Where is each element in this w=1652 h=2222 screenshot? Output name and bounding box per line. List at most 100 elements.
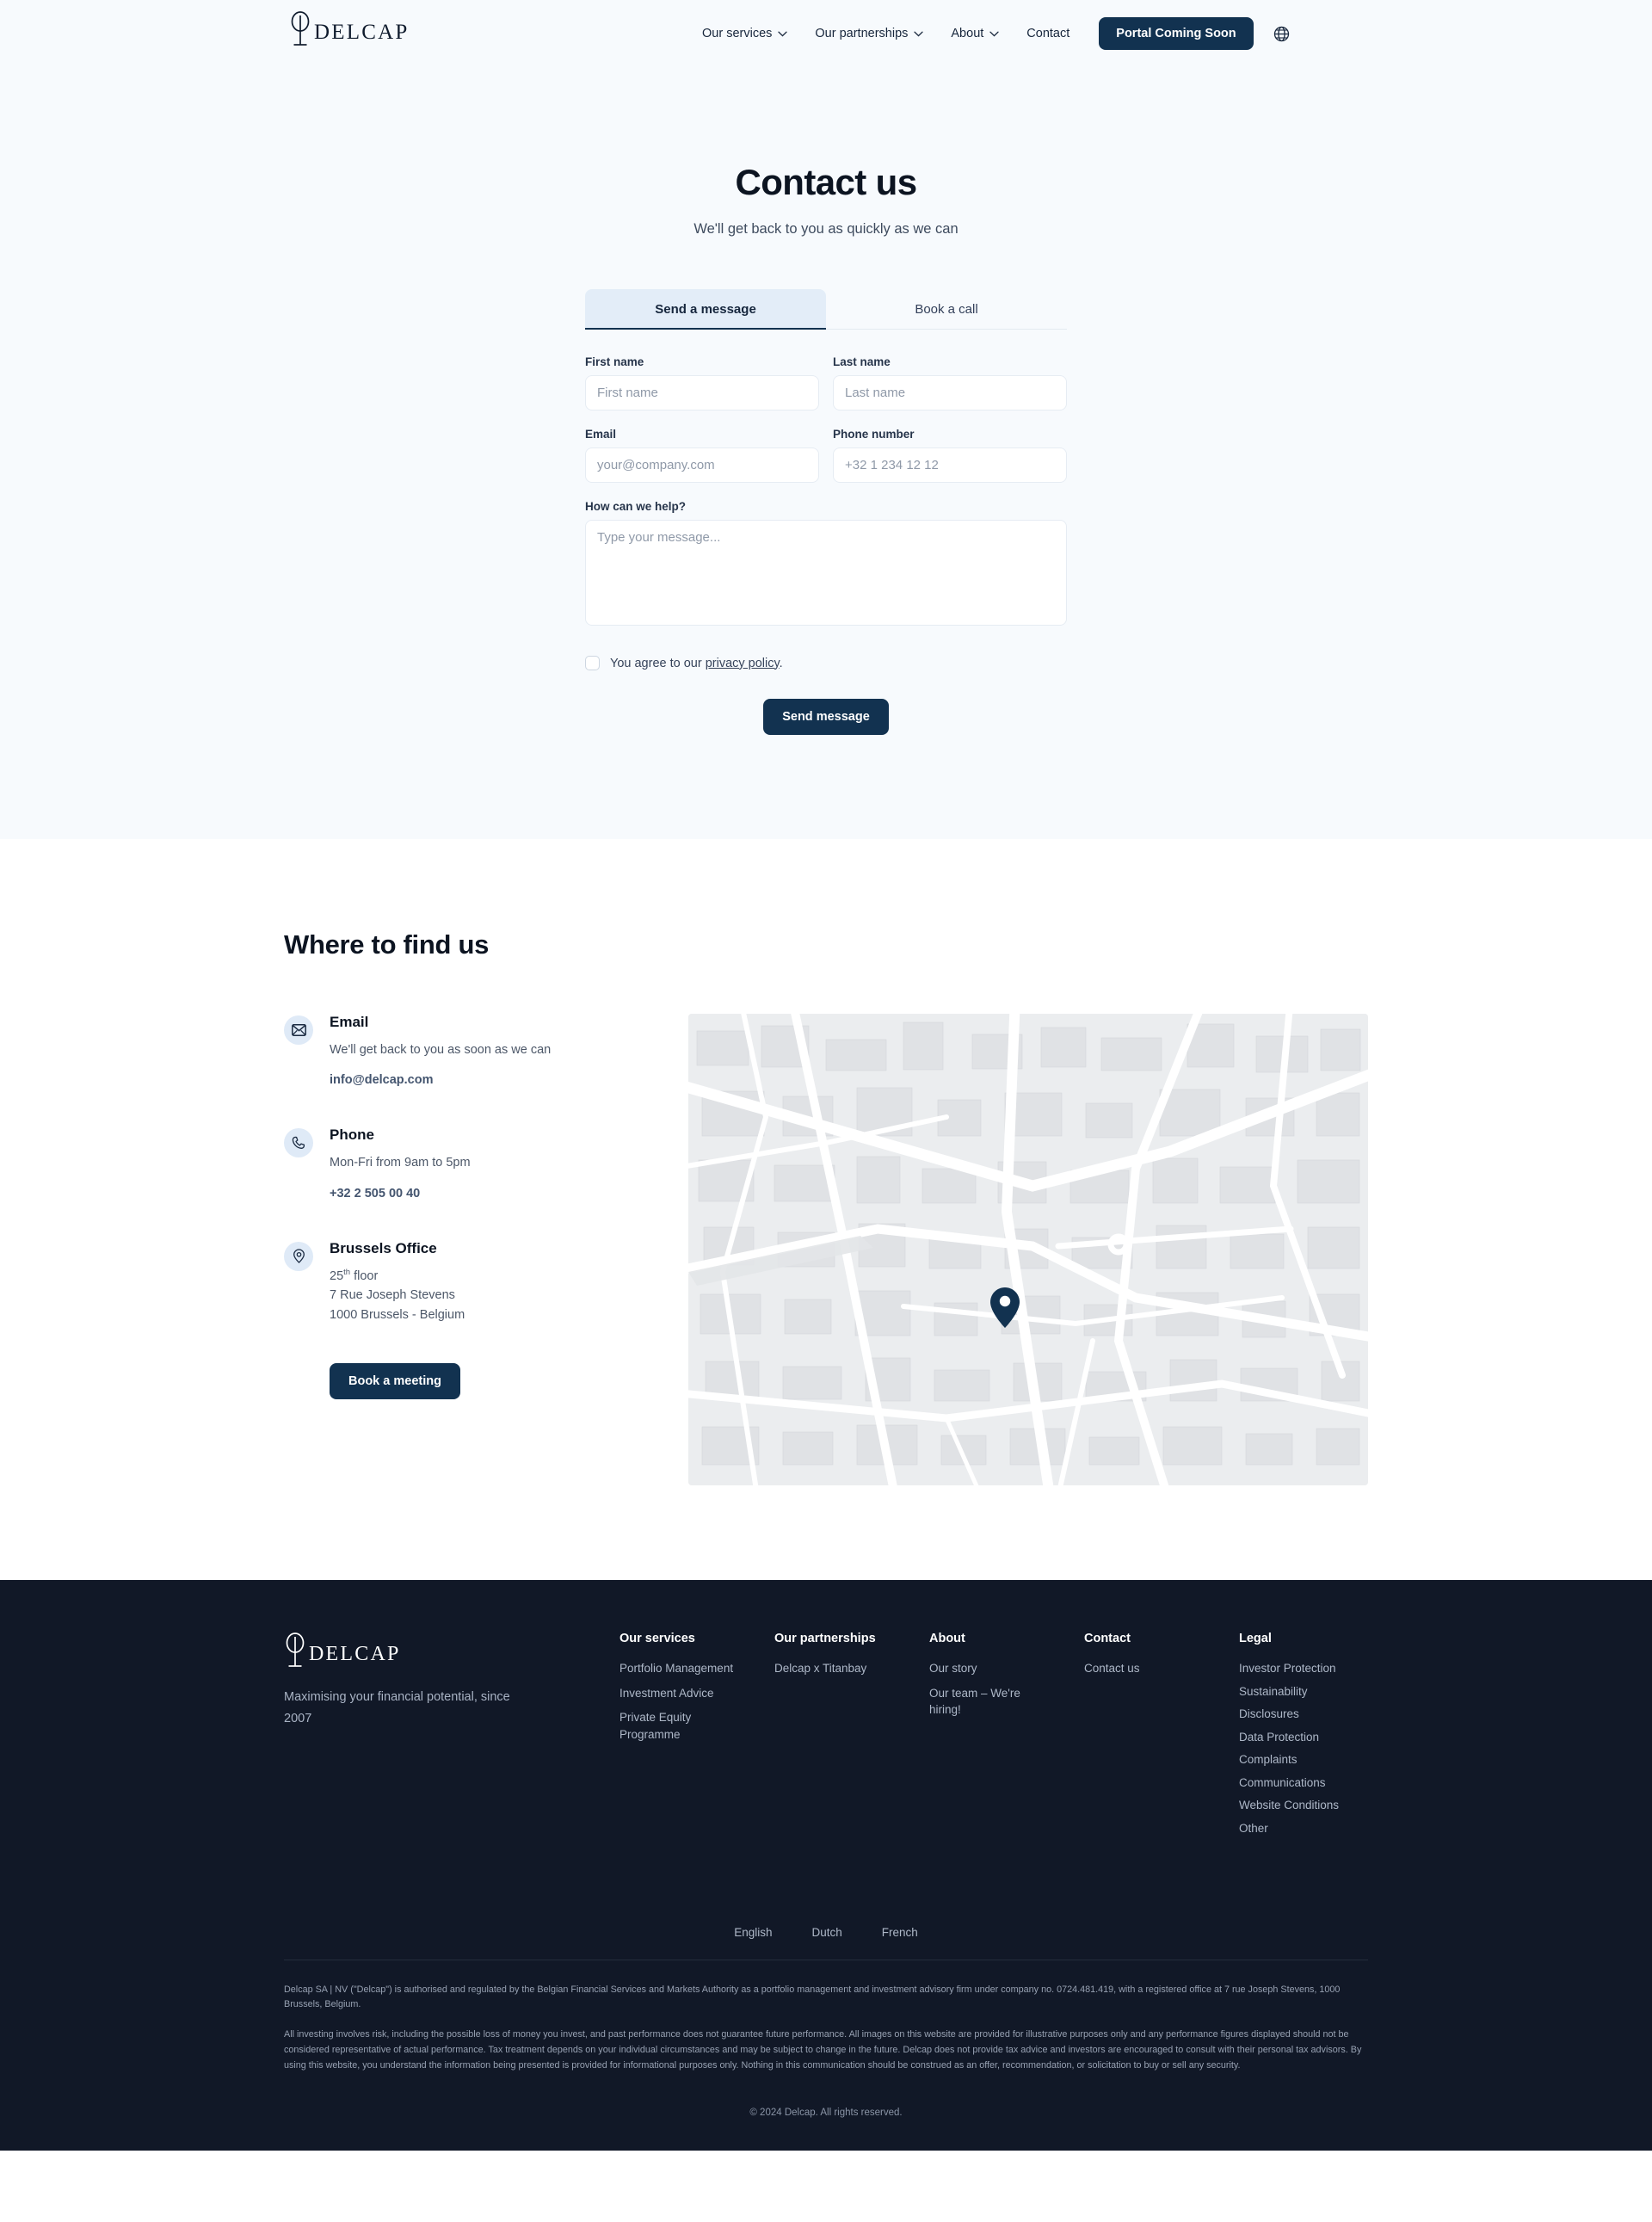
footer-link-investment-advice[interactable]: Investment Advice bbox=[620, 1685, 736, 1702]
footer-logo[interactable]: DELCAP bbox=[284, 1632, 620, 1668]
footer-link-our-story[interactable]: Our story bbox=[929, 1660, 1045, 1677]
map-pin-icon bbox=[284, 1241, 313, 1271]
page-title: Contact us bbox=[735, 162, 917, 202]
hero-heading-block: Contact us We'll get back to you as quic… bbox=[0, 67, 1652, 238]
label-phone-number: Phone number bbox=[833, 428, 915, 441]
email-link[interactable]: info@delcap.com bbox=[330, 1073, 434, 1087]
privacy-policy-checkbox[interactable] bbox=[585, 656, 600, 670]
phone-icon bbox=[284, 1128, 313, 1158]
envelope-icon bbox=[284, 1015, 313, 1045]
footer-link-complaints[interactable]: Complaints bbox=[1239, 1751, 1377, 1768]
phone-link[interactable]: +32 2 505 00 40 bbox=[330, 1187, 420, 1200]
contact-block-office: Brussels Office 25th floor 7 Rue Joseph S… bbox=[284, 1240, 688, 1324]
contact-block-title: Email bbox=[330, 1014, 369, 1030]
delcap-tree-icon bbox=[286, 1633, 305, 1667]
contact-details-column: Email We'll get back to you as soon as w… bbox=[284, 1014, 688, 1400]
footer-link-website-conditions[interactable]: Website Conditions bbox=[1239, 1797, 1377, 1814]
delcap-tree-icon bbox=[291, 11, 310, 46]
footer-column-heading: Contact bbox=[1084, 1632, 1131, 1645]
footer-link-delcap-x-titanbay[interactable]: Delcap x Titanbay bbox=[774, 1660, 891, 1677]
field-email: Email bbox=[585, 428, 819, 483]
footer-brand: DELCAP Maximising your financial potenti… bbox=[284, 1632, 620, 1843]
footer-column-our-partnerships: Our partnerships Delcap x Titanbay bbox=[774, 1632, 929, 1843]
privacy-agreement-text: You agree to our privacy policy. bbox=[610, 657, 783, 670]
footer-link-contact-us[interactable]: Contact us bbox=[1084, 1660, 1200, 1677]
legal-disclaimer: Delcap SA | NV ("Delcap") is authorised … bbox=[284, 1960, 1368, 2074]
message-textarea[interactable] bbox=[585, 520, 1067, 626]
globe-icon bbox=[1273, 26, 1290, 41]
footer-link-our-team-hiring[interactable]: Our team – We're hiring! bbox=[929, 1685, 1045, 1719]
language-option-dutch[interactable]: Dutch bbox=[811, 1926, 841, 1939]
label-message: How can we help? bbox=[585, 500, 687, 513]
tab-send-a-message[interactable]: Send a message bbox=[585, 289, 826, 330]
agree-prefix: You agree to our bbox=[610, 656, 706, 670]
main-navigation: DELCAP Our services Our partnerships Abo… bbox=[0, 0, 1652, 67]
footer-link-other[interactable]: Other bbox=[1239, 1820, 1377, 1837]
legal-paragraph-1: Delcap SA | NV ("Delcap") is authorised … bbox=[284, 1984, 1341, 2010]
contact-block-title: Brussels Office bbox=[330, 1239, 437, 1256]
nav-item-label: Our partnerships bbox=[815, 27, 909, 40]
footer-link-data-protection[interactable]: Data Protection bbox=[1239, 1729, 1377, 1746]
floor-number: 25 bbox=[330, 1268, 344, 1283]
footer-link-communications[interactable]: Communications bbox=[1239, 1775, 1377, 1792]
contact-block-description: We'll get back to you as soon as we can bbox=[330, 1043, 552, 1057]
privacy-agreement-row: You agree to our privacy policy. Send me… bbox=[585, 647, 1067, 735]
tab-book-a-call[interactable]: Book a call bbox=[826, 289, 1067, 329]
copyright-notice: © 2024 Delcap. All rights reserved. bbox=[749, 2107, 903, 2118]
chevron-down-icon bbox=[989, 31, 999, 37]
legal-paragraph-2: All investing involves risk, including t… bbox=[284, 2029, 1362, 2071]
nav-item-about[interactable]: About bbox=[937, 20, 1013, 47]
where-to-find-us-section: Where to find us Email We'll get back to… bbox=[0, 839, 1652, 1580]
nav-item-label: Contact bbox=[1026, 27, 1070, 40]
contact-form-container: Send a message Book a call First name La… bbox=[585, 238, 1067, 838]
privacy-policy-link[interactable]: privacy policy bbox=[706, 657, 780, 670]
send-message-button[interactable]: Send message bbox=[763, 699, 889, 735]
book-a-meeting-button[interactable]: Book a meeting bbox=[330, 1363, 460, 1400]
chevron-down-icon bbox=[778, 31, 788, 37]
label-email: Email bbox=[585, 428, 617, 441]
site-footer: DELCAP Maximising your financial potenti… bbox=[0, 1580, 1652, 2151]
field-message: How can we help? bbox=[585, 500, 1067, 630]
office-address: 25th floor 7 Rue Joseph Stevens 1000 Bruss… bbox=[330, 1267, 465, 1324]
footer-column-heading: Our services bbox=[620, 1632, 695, 1645]
footer-link-portfolio-management[interactable]: Portfolio Management bbox=[620, 1660, 736, 1677]
floor-ordinal-suffix: th bbox=[343, 1268, 351, 1278]
logo-wordmark: DELCAP bbox=[314, 21, 410, 44]
footer-column-heading: About bbox=[929, 1632, 965, 1645]
footer-column-heading: Legal bbox=[1239, 1632, 1272, 1645]
nav-item-contact[interactable]: Contact bbox=[1013, 20, 1083, 47]
language-selector-button[interactable] bbox=[1269, 21, 1295, 46]
site-logo[interactable]: DELCAP bbox=[289, 10, 409, 46]
footer-column-legal: Legal Investor Protection Sustainability… bbox=[1239, 1632, 1402, 1843]
phone-number-input[interactable] bbox=[833, 447, 1067, 483]
map-graphic bbox=[688, 1014, 1368, 1485]
page-subtitle: We'll get back to you as quickly as we c… bbox=[693, 221, 959, 237]
footer-link-investor-protection[interactable]: Investor Protection bbox=[1239, 1660, 1377, 1677]
address-city: 1000 Brussels - Belgium bbox=[330, 1307, 465, 1322]
contact-block-description: Mon-Fri from 9am to 5pm bbox=[330, 1156, 471, 1170]
contact-block-title: Phone bbox=[330, 1126, 374, 1144]
field-last-name: Last name bbox=[833, 355, 1067, 410]
portal-coming-soon-button[interactable]: Portal Coming Soon bbox=[1099, 17, 1254, 50]
last-name-input[interactable] bbox=[833, 375, 1067, 410]
footer-link-private-equity-programme[interactable]: Private Equity Programme bbox=[620, 1709, 736, 1743]
floor-label: floor bbox=[350, 1268, 379, 1283]
nav-links: Our services Our partnerships About Cont… bbox=[688, 0, 1295, 67]
footer-link-disclosures[interactable]: Disclosures bbox=[1239, 1706, 1377, 1723]
contact-tabs: Send a message Book a call bbox=[585, 289, 1067, 330]
email-input[interactable] bbox=[585, 447, 819, 483]
address-street: 7 Rue Joseph Stevens bbox=[330, 1288, 455, 1303]
first-name-input[interactable] bbox=[585, 375, 819, 410]
nav-item-our-partnerships[interactable]: Our partnerships bbox=[801, 20, 937, 47]
language-switcher: English Dutch French bbox=[284, 1904, 1368, 1960]
footer-link-sustainability[interactable]: Sustainability bbox=[1239, 1683, 1377, 1700]
nav-item-label: About bbox=[951, 27, 984, 40]
label-first-name: First name bbox=[585, 355, 644, 368]
language-option-english[interactable]: English bbox=[734, 1926, 772, 1939]
nav-item-our-services[interactable]: Our services bbox=[688, 20, 801, 47]
label-last-name: Last name bbox=[833, 355, 891, 368]
location-map[interactable] bbox=[688, 1014, 1368, 1485]
footer-tagline: Maximising your financial potential, sin… bbox=[284, 1690, 510, 1725]
field-first-name: First name bbox=[585, 355, 819, 410]
language-option-french[interactable]: French bbox=[882, 1926, 918, 1939]
